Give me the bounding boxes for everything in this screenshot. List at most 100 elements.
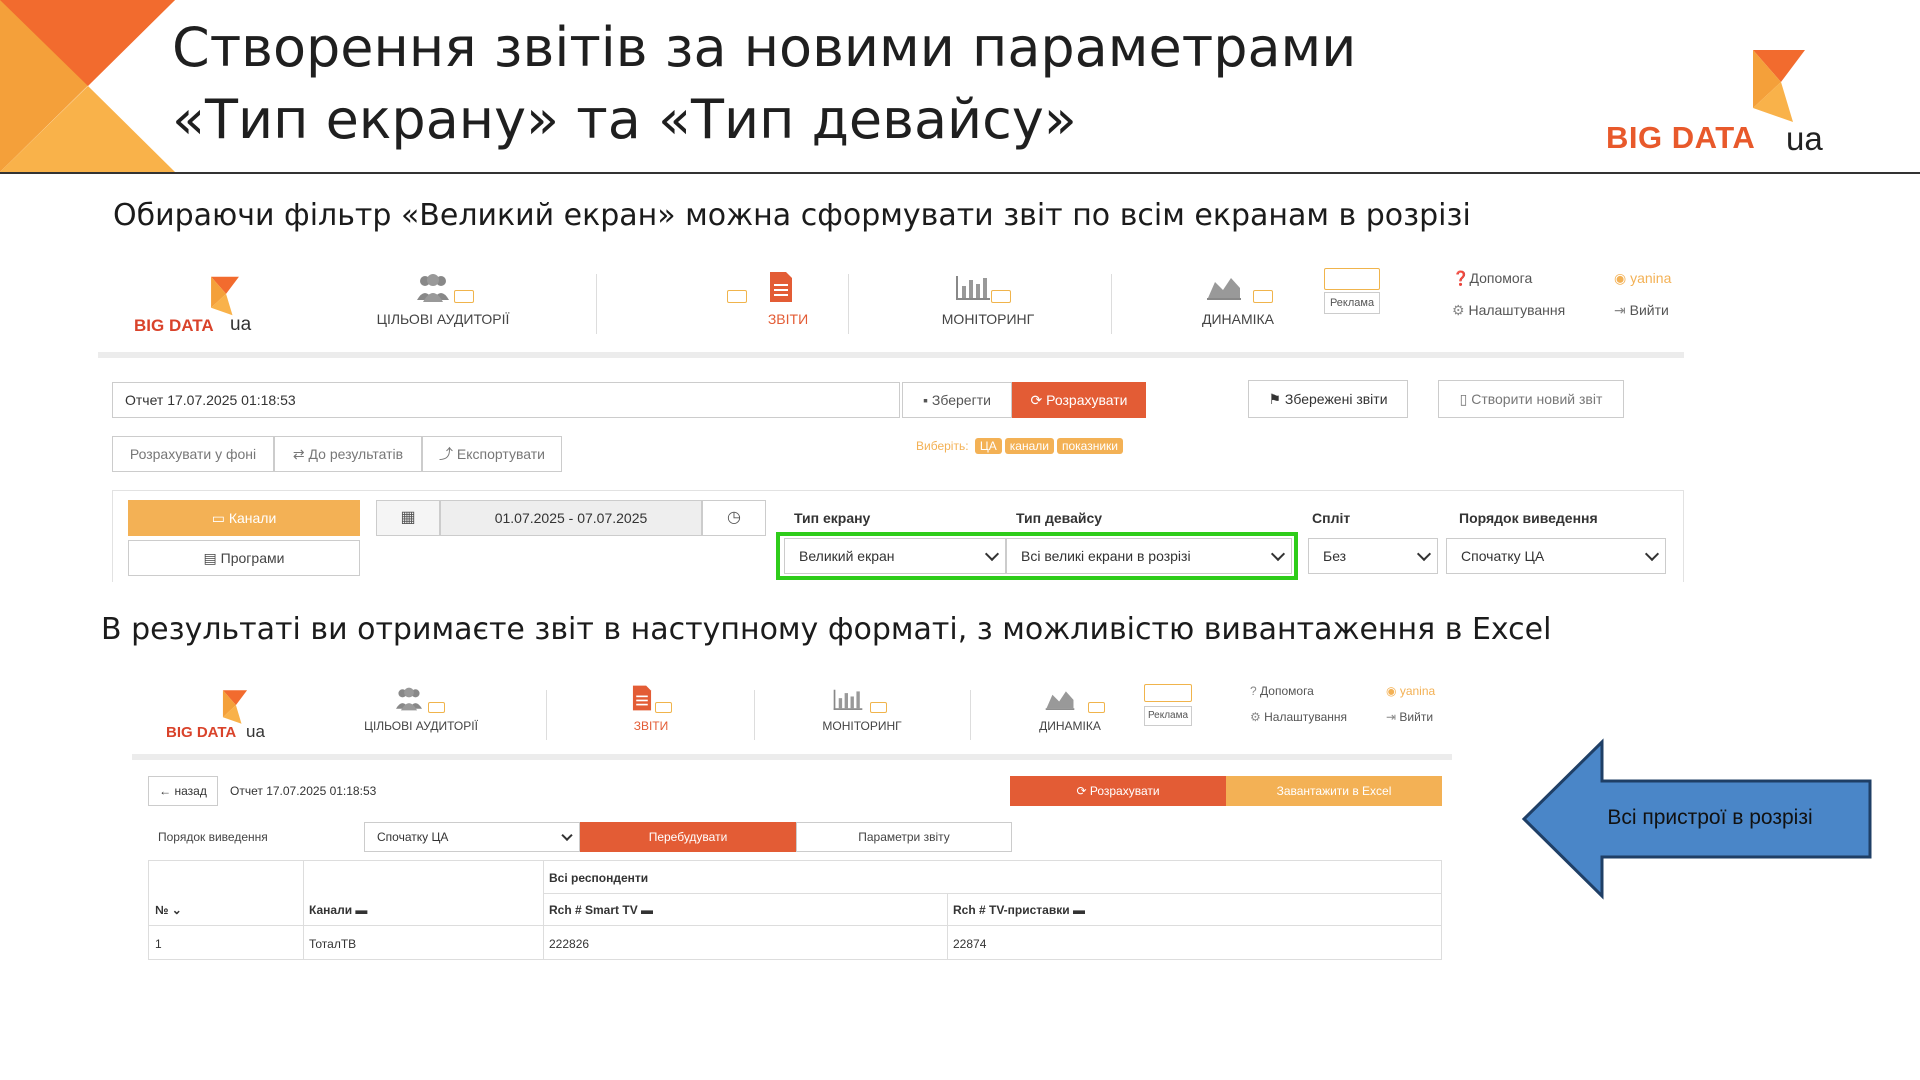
nav-monitoring[interactable]: МОНІТОРИНГ xyxy=(812,686,912,733)
table-cell: ТоталТВ xyxy=(309,937,357,951)
logout-icon: ⇥ xyxy=(1614,302,1626,318)
settings-link[interactable]: ⚙ Налаштування xyxy=(1452,302,1565,319)
nav-divider xyxy=(848,274,849,334)
nav-reports[interactable]: ЗВІТИ xyxy=(616,684,686,733)
nav-dynamics[interactable]: ДИНАМІКА xyxy=(1188,272,1288,327)
nav-reports[interactable]: ЗВІТИ xyxy=(748,270,828,327)
chevron-down-icon xyxy=(984,546,1000,562)
column-header-set-top[interactable]: Rch # TV-приставки ▬ xyxy=(953,903,1085,917)
help-link[interactable]: ? Допомога xyxy=(1250,684,1314,698)
tv-icon xyxy=(991,290,1011,303)
chip-metrics[interactable]: показники xyxy=(1056,438,1123,454)
area-chart-icon xyxy=(1207,278,1241,300)
settings-link[interactable]: ⚙ Налаштування xyxy=(1250,710,1347,724)
logo-mark-icon xyxy=(211,276,239,316)
ads-button[interactable]: Реклама xyxy=(1144,706,1192,726)
export-button[interactable]: ⤴ Експортувати xyxy=(422,436,562,472)
tv-icon xyxy=(454,290,474,303)
to-results-button[interactable]: ⇄ До результатів xyxy=(274,436,422,472)
report-params-button[interactable]: Параметри звіту xyxy=(796,822,1012,852)
app-logo[interactable]: BIG DATA ua xyxy=(134,274,274,335)
order-label: Порядок виведення xyxy=(158,830,268,844)
people-icon xyxy=(417,274,449,302)
report-name-input[interactable]: Отчет 17.07.2025 01:18:53 xyxy=(112,382,900,418)
split-label: Спліт xyxy=(1312,510,1351,526)
tv-icon xyxy=(1088,702,1105,713)
order-select[interactable]: Спочатку ЦА xyxy=(364,822,580,852)
export-icon: ⤴ xyxy=(439,446,454,462)
split-select[interactable]: Без xyxy=(1308,538,1438,574)
swap-icon: ⇄ xyxy=(292,446,305,462)
order-label: Порядок виведення xyxy=(1459,510,1598,526)
calculate-button[interactable]: ⟳ Розрахувати xyxy=(1012,382,1146,418)
callout-text: Всі пристрої в розрізі xyxy=(1607,806,1813,829)
refresh-icon: ⟳ xyxy=(1030,392,1043,408)
order-select[interactable]: Спочатку ЦА xyxy=(1446,538,1666,574)
nav-monitoring[interactable]: МОНІТОРИНГ xyxy=(918,272,1058,327)
bar-chart-icon xyxy=(956,276,990,300)
ads-tv-icon xyxy=(1324,268,1380,290)
table-cell: 222826 xyxy=(549,937,590,951)
refresh-icon: ⟳ xyxy=(1076,784,1087,798)
chevron-down-icon xyxy=(1644,546,1660,562)
chevron-down-icon xyxy=(1416,546,1432,562)
app-navbar: BIG DATA ua ЦІЛЬОВІ АУДИТОРІЇ ЗВІТИ МОНІ… xyxy=(98,260,1684,358)
rebuild-button[interactable]: Перебудувати xyxy=(580,822,796,852)
report-icon xyxy=(770,272,792,302)
people-icon xyxy=(396,687,422,711)
save-button[interactable]: ▪ Зберегти xyxy=(902,382,1012,418)
gear-icon: ⚙ xyxy=(1250,710,1261,724)
back-button[interactable]: ← назад xyxy=(148,776,218,806)
calendar-icon: ▦ xyxy=(400,509,416,526)
arrow-left-icon: ← xyxy=(159,784,172,798)
floppy-icon: ▪ xyxy=(923,392,929,408)
file-icon: ▯ xyxy=(1459,391,1468,407)
corner-decoration xyxy=(0,0,175,172)
nav-divider xyxy=(1111,274,1112,334)
logout-icon: ⇥ xyxy=(1386,710,1397,724)
slide-title: Створення звітів за новими параметрами «… xyxy=(172,16,1357,151)
table-cell: 22874 xyxy=(953,937,987,951)
programs-tab[interactable]: ▤ Програми xyxy=(128,540,360,576)
user-link[interactable]: ◉ yanina xyxy=(1614,270,1671,287)
column-header-smart-tv[interactable]: Rch # Smart TV ▬ xyxy=(549,903,653,917)
question-icon: ? xyxy=(1250,684,1257,698)
monitor-icon: ▭ xyxy=(211,510,225,526)
download-excel-button[interactable]: Завантажити в Excel xyxy=(1226,776,1442,806)
chip-audience[interactable]: ЦА xyxy=(974,438,1002,454)
app-logo[interactable]: BIG DATA ua xyxy=(166,688,286,744)
logout-link[interactable]: ⇥ Вийти xyxy=(1614,302,1669,319)
time-button[interactable]: ◷ xyxy=(702,500,766,536)
nav-audiences[interactable]: ЦІЛЬОВІ АУДИТОРІЇ xyxy=(373,272,513,327)
new-report-button[interactable]: ▯ Створити новий звіт xyxy=(1438,380,1624,418)
tv-icon xyxy=(428,702,445,713)
tv-icon xyxy=(727,290,747,303)
bookmark-icon: ⚑ xyxy=(1268,391,1282,407)
device-type-label: Тип девайсу xyxy=(1016,510,1103,526)
chevron-down-icon: ⌄ xyxy=(171,903,182,917)
device-type-select[interactable]: Всі великі екрани в розрізі xyxy=(1006,538,1292,574)
caption-top: Обираючи фільтр «Великий екран» можна сф… xyxy=(113,198,1471,233)
user-link[interactable]: ◉ yanina xyxy=(1386,684,1435,698)
saved-reports-button[interactable]: ⚑ Збережені звіти xyxy=(1248,380,1408,418)
date-range-input[interactable]: 01.07.2025 - 07.07.2025 xyxy=(440,500,702,536)
calculate-button[interactable]: ⟳ Розрахувати xyxy=(1010,776,1226,806)
help-link[interactable]: ❓Допомога xyxy=(1452,270,1532,287)
screen-type-select[interactable]: Великий екран xyxy=(784,538,1006,574)
clock-icon: ◷ xyxy=(727,509,741,526)
gear-icon: ⚙ xyxy=(1452,302,1465,318)
logout-link[interactable]: ⇥ Вийти xyxy=(1386,710,1433,724)
report-icon xyxy=(632,685,652,711)
calc-background-button[interactable]: Розрахувати у фоні xyxy=(112,436,274,472)
nav-audiences[interactable]: ЦІЛЬОВІ АУДИТОРІЇ xyxy=(358,686,484,733)
column-header-number[interactable]: № ⌄ xyxy=(155,903,182,917)
sort-icon: ▬ xyxy=(641,903,654,917)
ads-button[interactable]: Реклама xyxy=(1324,292,1380,314)
nav-divider xyxy=(754,690,755,740)
chip-channels[interactable]: канали xyxy=(1004,438,1054,454)
results-table: Всі респонденти № ⌄ Канали ▬ Rch # Smart… xyxy=(148,860,1442,960)
table-divider xyxy=(303,861,304,959)
channels-tab[interactable]: ▭ Канали xyxy=(128,500,360,536)
column-header-channels[interactable]: Канали ▬ xyxy=(309,903,367,917)
calendar-button[interactable]: ▦ xyxy=(376,500,440,536)
